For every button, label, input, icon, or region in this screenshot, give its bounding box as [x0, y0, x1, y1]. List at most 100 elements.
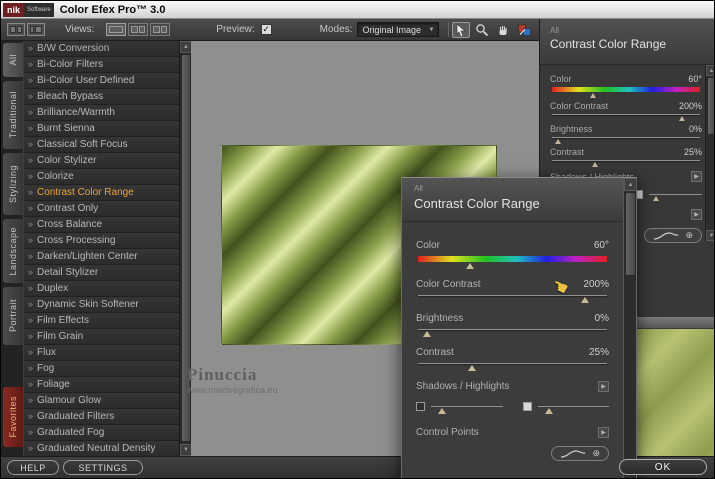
filter-item-darken-lighten-center[interactable]: » Darken/Lighten Center — [24, 249, 179, 265]
filter-category: All — [414, 184, 423, 193]
tab-all-label: All — [8, 54, 18, 66]
filter-item-film-effects[interactable]: » Film Effects — [24, 313, 179, 329]
color-slider[interactable] — [418, 256, 607, 269]
tab-stylizing[interactable]: Stylizing — [3, 153, 23, 215]
scrollbar-thumb[interactable] — [707, 77, 714, 135]
ok-button[interactable]: OK — [619, 459, 707, 475]
filter-bullet-icon: » — [28, 267, 34, 277]
dialog-scrollbar[interactable]: ▲ — [623, 178, 637, 478]
layout-columns-icon[interactable] — [7, 23, 25, 36]
scrollbar-thumb[interactable] — [625, 192, 636, 276]
scroll-up-button[interactable]: ▲ — [624, 178, 637, 191]
pan-tool-button[interactable] — [494, 22, 512, 38]
help-button[interactable]: HELP — [7, 460, 59, 475]
filter-item-classical-soft-focus[interactable]: » Classical Soft Focus — [24, 137, 179, 153]
contrast-slider[interactable] — [418, 363, 607, 371]
contrast-slider-marker[interactable] — [467, 365, 476, 371]
color-slider[interactable] — [552, 87, 700, 98]
filter-item-cross-balance[interactable]: » Cross Balance — [24, 217, 179, 233]
filter-item-duplex[interactable]: » Duplex — [24, 281, 179, 297]
filter-label: Film Effects — [37, 315, 90, 326]
color-contrast-slider-marker[interactable] — [679, 116, 686, 121]
filter-item-burnt-sienna[interactable]: » Burnt Sienna — [24, 121, 179, 137]
color-contrast-slider[interactable] — [418, 295, 607, 303]
highlights-slider[interactable] — [537, 406, 609, 414]
single-view-button[interactable] — [106, 23, 127, 36]
tab-landscape[interactable]: Landscape — [3, 219, 23, 283]
filter-bullet-icon: » — [28, 75, 34, 85]
magnifier-icon — [476, 23, 489, 36]
control-point-curve-button[interactable]: ⊕ — [644, 228, 702, 243]
color-efex-pro-window: nik Software Color Efex Pro™ 3.0 Views: — [0, 0, 715, 479]
filter-item-cross-processing[interactable]: » Cross Processing — [24, 233, 179, 249]
color-slider-marker[interactable] — [590, 93, 597, 98]
tab-traditional[interactable]: Traditional — [3, 81, 23, 149]
expand-section-button[interactable]: ▶ — [691, 171, 702, 182]
filter-item-bw-conversion[interactable]: » B/W Conversion — [24, 41, 179, 57]
shadows-swatch[interactable] — [416, 402, 425, 411]
tab-all[interactable]: All — [3, 43, 23, 77]
zoom-tool-button[interactable] — [473, 22, 491, 38]
filter-item-brilliance-warmth[interactable]: » Brilliance/Warmth — [24, 105, 179, 121]
scroll-down-button[interactable]: ▼ — [706, 230, 714, 241]
settings-panel-scrollbar[interactable]: ▲ ▼ — [705, 65, 714, 241]
tab-portrait[interactable]: Portrait — [3, 287, 23, 345]
filter-item-fog[interactable]: » Fog — [24, 361, 179, 377]
color-slider-marker[interactable] — [466, 263, 475, 269]
expand-section-button[interactable]: ▶ — [691, 209, 702, 220]
highlights-slider-marker[interactable] — [544, 408, 553, 414]
filter-item-contrast-color-range[interactable]: » Contrast Color Range — [24, 185, 179, 201]
contrast-slider-marker[interactable] — [591, 162, 598, 167]
split-view-button[interactable] — [128, 23, 149, 36]
filter-item-contrast-only[interactable]: » Contrast Only — [24, 201, 179, 217]
shadows-slider[interactable] — [431, 406, 503, 414]
brightness-slider-marker[interactable] — [422, 331, 431, 337]
expand-section-button[interactable]: ▶ — [598, 381, 609, 392]
color-contrast-slider-marker[interactable] — [581, 297, 590, 303]
settings-button[interactable]: SETTINGS — [63, 460, 143, 475]
control-point-curve-button[interactable]: ⊕ — [551, 446, 609, 461]
filter-item-graduated-fog[interactable]: » Graduated Fog — [24, 425, 179, 441]
color-picker-tool-button[interactable] — [515, 22, 533, 38]
filter-item-film-grain[interactable]: » Film Grain — [24, 329, 179, 345]
highlights-slider-marker[interactable] — [653, 196, 660, 201]
side-by-side-view-button[interactable] — [150, 23, 171, 36]
filter-label: Bleach Bypass — [37, 91, 104, 102]
filter-item-graduated-neutral-density[interactable]: » Graduated Neutral Density — [24, 441, 179, 456]
tab-portrait-label: Portrait — [8, 299, 18, 333]
layout-sidebar-icon[interactable] — [27, 23, 45, 36]
highlights-slider[interactable] — [649, 194, 702, 201]
filter-bullet-icon: » — [28, 139, 34, 149]
filter-title: Contrast Color Range — [550, 37, 667, 51]
expand-section-button[interactable]: ▶ — [598, 427, 609, 438]
brightness-slider-marker[interactable] — [554, 139, 561, 144]
shadows-highlights-section: Shadows / Highlights ▶ — [416, 381, 609, 392]
filter-item-dynamic-skin-softener[interactable]: » Dynamic Skin Softener — [24, 297, 179, 313]
brightness-slider[interactable] — [552, 137, 700, 144]
filter-item-graduated-filters[interactable]: » Graduated Filters — [24, 409, 179, 425]
highlights-swatch[interactable] — [522, 402, 532, 411]
color-contrast-slider[interactable] — [552, 114, 700, 121]
dialog-header[interactable]: All Contrast Color Range — [402, 178, 636, 222]
filter-item-foliage[interactable]: » Foliage — [24, 377, 179, 393]
expand-arrow-icon: ▶ — [694, 211, 699, 218]
filter-item-glamour-glow[interactable]: » Glamour Glow — [24, 393, 179, 409]
filter-item-flux[interactable]: » Flux — [24, 345, 179, 361]
tab-favorites[interactable]: Favorites — [3, 387, 23, 447]
filter-item-bleach-bypass[interactable]: » Bleach Bypass — [24, 89, 179, 105]
filter-label: Graduated Neutral Density — [37, 443, 156, 454]
filter-item-detail-stylizer[interactable]: » Detail Stylizer — [24, 265, 179, 281]
modes-dropdown-value: Original Image — [362, 24, 421, 35]
select-tool-button[interactable] — [452, 21, 471, 38]
filter-item-bi-color-user-defined[interactable]: » Bi-Color User Defined — [24, 73, 179, 89]
filter-item-bi-color-filters[interactable]: » Bi-Color Filters — [24, 57, 179, 73]
brightness-slider[interactable] — [418, 329, 607, 337]
filter-item-colorize[interactable]: » Colorize — [24, 169, 179, 185]
scroll-up-button[interactable]: ▲ — [706, 65, 714, 76]
contrast-slider[interactable] — [552, 160, 700, 167]
filter-bullet-icon: » — [28, 155, 34, 165]
modes-dropdown[interactable]: Original Image ▼ — [357, 22, 440, 37]
filter-item-color-stylizer[interactable]: » Color Stylizer — [24, 153, 179, 169]
preview-checkbox[interactable]: ✓ — [260, 24, 272, 35]
shadows-slider-marker[interactable] — [438, 408, 446, 414]
